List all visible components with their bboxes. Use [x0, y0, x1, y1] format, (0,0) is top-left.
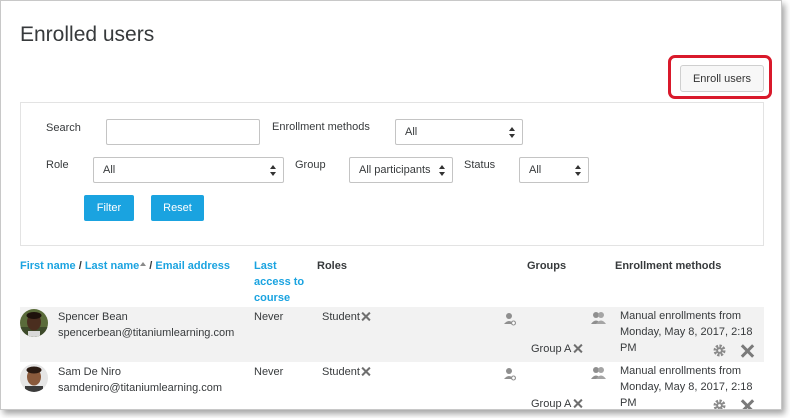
enrollment-methods-value: All — [405, 126, 418, 138]
enroll-users-button[interactable]: Enroll users — [680, 65, 764, 92]
user-email: spencerbean@titaniumlearning.com — [58, 327, 235, 339]
enrollment-methods-header-label: Enrollment methods — [615, 260, 722, 272]
search-input[interactable] — [106, 119, 260, 145]
assign-role-icon[interactable] — [504, 312, 516, 331]
sort-last-access-link[interactable]: Last access to course — [254, 260, 304, 304]
role-name: Student — [322, 366, 360, 378]
status-select[interactable]: All — [519, 157, 589, 183]
select-arrows-icon — [575, 164, 582, 176]
name-email-header: First name / Last name / Email address — [20, 258, 245, 274]
groups-header-label: Groups — [527, 260, 567, 272]
enrollment-methods-header: Enrollment methods — [615, 258, 721, 274]
select-arrows-icon — [439, 164, 446, 176]
role-value: All — [103, 164, 116, 176]
user-name: Sam De Niro — [58, 366, 121, 378]
role-select[interactable]: All — [93, 157, 284, 183]
remove-from-group-icon[interactable] — [573, 399, 582, 408]
add-to-group-icon[interactable] — [591, 311, 606, 330]
enrollment-method-value: Manual enrollments from Monday, May 8, 2… — [620, 365, 753, 409]
unenrol-icon[interactable] — [740, 344, 754, 358]
group-select[interactable]: All participants — [349, 157, 453, 183]
role-value: Student — [322, 309, 371, 325]
role-value: Student — [322, 364, 371, 380]
group-value: Group A — [531, 341, 582, 357]
enrollment-method-value: Manual enrollments from Monday, May 8, 2… — [620, 310, 753, 354]
user-email: samdeniro@titaniumlearning.com — [58, 382, 223, 394]
group-value: All participants — [359, 164, 431, 176]
enrollment-methods-label: Enrollment methods — [272, 121, 370, 133]
gear-icon[interactable] — [713, 344, 726, 362]
table-row: Sam De Niro samdeniro@titaniumlearning.c… — [20, 362, 764, 410]
gear-icon[interactable] — [713, 399, 726, 409]
last-access-value: Never — [254, 311, 284, 323]
unenrol-icon[interactable] — [740, 399, 754, 409]
last-access-value: Never — [254, 366, 284, 378]
reset-button[interactable]: Reset — [151, 195, 204, 221]
avatar[interactable] — [20, 309, 48, 337]
roles-header: Roles — [317, 258, 347, 274]
sort-last-name-link[interactable]: Last name — [85, 260, 139, 272]
groups-header: Groups — [527, 258, 566, 274]
avatar[interactable] — [20, 364, 48, 392]
assign-role-icon[interactable] — [504, 367, 516, 386]
group-name: Group A — [531, 398, 572, 410]
table-row: Spencer Bean spencerbean@titaniumlearnin… — [20, 307, 764, 362]
remove-from-group-icon[interactable] — [573, 344, 582, 353]
group-value: Group A — [531, 396, 582, 410]
roles-header-label: Roles — [317, 260, 347, 272]
page-title: Enrolled users — [20, 23, 155, 46]
user-name: Spencer Bean — [58, 311, 128, 323]
unassign-role-icon[interactable] — [362, 312, 371, 321]
last-access-header: Last access to course — [254, 258, 308, 306]
filter-button[interactable]: Filter — [84, 195, 134, 221]
sort-first-name-link[interactable]: First name — [20, 260, 76, 272]
unassign-role-icon[interactable] — [362, 367, 371, 376]
search-label: Search — [46, 122, 81, 134]
header-separator: / — [75, 260, 85, 272]
status-value: All — [529, 164, 542, 176]
add-to-group-icon[interactable] — [591, 366, 606, 385]
group-label: Group — [295, 159, 326, 171]
enrollment-methods-select[interactable]: All — [395, 119, 523, 145]
select-arrows-icon — [509, 126, 516, 138]
select-arrows-icon — [270, 164, 277, 176]
sort-email-link[interactable]: Email address — [155, 260, 230, 272]
status-label: Status — [464, 159, 496, 171]
group-name: Group A — [531, 343, 572, 355]
filter-panel: Search Enrollment methods All Role All G… — [20, 102, 764, 246]
role-name: Student — [322, 311, 360, 323]
role-label: Role — [46, 159, 69, 171]
enrolled-users-window: Enrolled users Enroll users Search Enrol… — [0, 0, 782, 410]
